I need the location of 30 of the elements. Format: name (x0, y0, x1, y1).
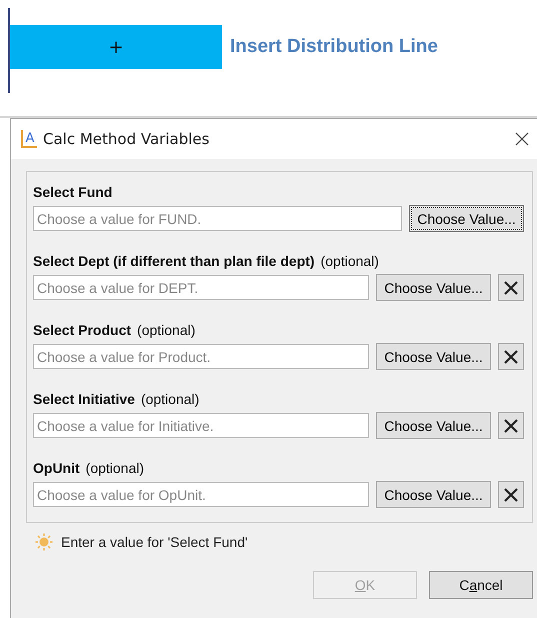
close-icon (503, 348, 519, 364)
sun-icon (35, 533, 53, 551)
cancel-button[interactable]: Cancel (429, 571, 533, 599)
close-icon (503, 418, 519, 434)
choose-value-button[interactable]: Choose Value... (376, 412, 491, 439)
choose-value-button[interactable]: Choose Value... (376, 481, 491, 508)
value-field[interactable]: Choose a value for Product. (33, 344, 369, 369)
clear-button[interactable] (498, 274, 524, 301)
window-title: Calc Method Variables (43, 130, 210, 148)
validation-message: Enter a value for 'Select Fund' (61, 534, 248, 550)
insert-line-link[interactable]: Insert Distribution Line (230, 36, 438, 58)
choose-value-button[interactable]: Choose Value... (409, 205, 524, 232)
value-field[interactable]: Choose a value for DEPT. (33, 275, 369, 300)
close-icon (503, 280, 519, 296)
field-label: OpUnit (optional) (33, 460, 146, 476)
field-label: Select Dept (if different than plan file dept) (optional) (33, 253, 380, 269)
clear-button[interactable] (498, 343, 524, 370)
value-field[interactable]: Choose a value for OpUnit. (33, 482, 369, 507)
field-label: Select Fund (33, 184, 114, 200)
clear-button[interactable] (498, 481, 524, 508)
close-icon (503, 486, 519, 502)
field-label: Select Product (optional) (33, 322, 196, 338)
value-field[interactable]: Choose a value for Initiative. (33, 413, 369, 438)
choose-value-button[interactable]: Choose Value... (376, 274, 491, 301)
close-button[interactable] (515, 132, 529, 146)
add-button[interactable]: + (10, 25, 222, 69)
clear-button[interactable] (498, 412, 524, 439)
choose-value-button[interactable]: Choose Value... (376, 343, 491, 370)
field-label: Select Initiative (optional) (33, 391, 200, 407)
value-field[interactable]: Choose a value for FUND. (33, 206, 402, 231)
